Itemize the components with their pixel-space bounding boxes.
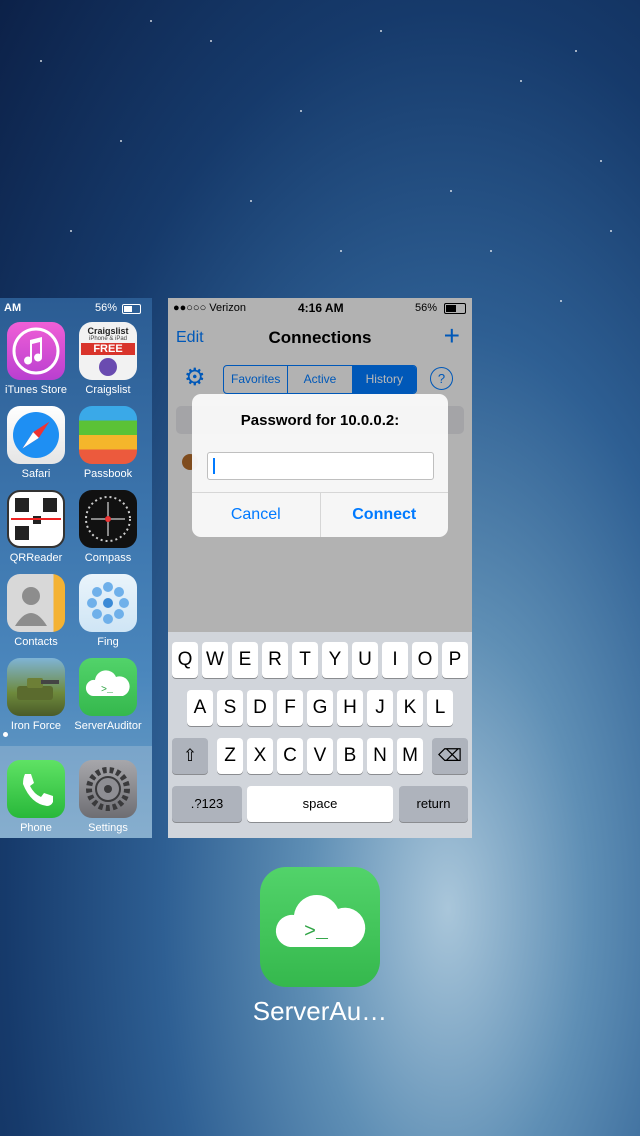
app-itunes-store[interactable]: iTunes Store [0, 322, 76, 396]
key-i[interactable]: I [382, 642, 408, 678]
numbers-key[interactable]: .?123 [172, 786, 242, 822]
key-t[interactable]: T [292, 642, 318, 678]
key-k[interactable]: K [397, 690, 423, 726]
app-passbook[interactable]: Passbook [68, 406, 148, 480]
app-label: Passbook [83, 468, 133, 480]
fing-icon [79, 574, 137, 632]
password-alert: Password for 10.0.0.2: Cancel Connect [192, 394, 448, 537]
iron-force-icon [7, 658, 65, 716]
dock-app-phone[interactable]: Phone [0, 760, 76, 834]
password-field[interactable] [207, 452, 434, 480]
app-fing[interactable]: Fing [68, 574, 148, 648]
craigslist-free-badge: FREE [81, 343, 135, 355]
app-label: iTunes Store [5, 384, 67, 396]
serverauditor-app-card[interactable]: ●●○○○ Verizon 4:16 AM 56% Edit Connectio… [168, 298, 472, 838]
key-y[interactable]: Y [322, 642, 348, 678]
key-q[interactable]: Q [172, 642, 198, 678]
home-status-time: AM [4, 302, 22, 314]
serverauditor-switcher-icon[interactable]: >_ [260, 867, 380, 987]
key-c[interactable]: C [277, 738, 303, 774]
app-label: Iron Force [10, 720, 62, 732]
app-serverauditor[interactable]: >_ ServerAuditor [68, 658, 148, 732]
itunes-store-icon [7, 322, 65, 380]
app-label: Settings [88, 822, 128, 834]
app-label: Safari [21, 468, 51, 480]
app-label: Phone [20, 822, 52, 834]
serverauditor-icon: >_ [79, 658, 137, 716]
text-caret [213, 458, 215, 474]
keyboard: Q W E R T Y U I O P A S D F G H J K L ⇧ … [168, 632, 472, 838]
app-label: Craigslist [85, 384, 131, 396]
qrreader-icon [7, 490, 65, 548]
return-key[interactable]: return [399, 786, 468, 822]
key-e[interactable]: E [232, 642, 258, 678]
peace-icon [99, 358, 117, 376]
key-r[interactable]: R [262, 642, 288, 678]
key-z[interactable]: Z [217, 738, 243, 774]
key-f[interactable]: F [277, 690, 303, 726]
home-screen-card[interactable]: AM 56% iTunes Store Craigslist iPhone & … [0, 298, 152, 838]
alert-button-row: Cancel Connect [192, 492, 448, 537]
key-s[interactable]: S [217, 690, 243, 726]
key-h[interactable]: H [337, 690, 363, 726]
safari-icon [7, 406, 65, 464]
serverauditor-icon: >_ [275, 894, 366, 947]
dock: Phone Settings [0, 746, 152, 838]
battery-icon [122, 304, 141, 314]
phone-icon [7, 760, 65, 818]
key-v[interactable]: V [307, 738, 333, 774]
craigslist-icon: Craigslist iPhone & iPad FREE [79, 322, 137, 380]
alert-title: Password for 10.0.0.2: [240, 412, 400, 429]
app-label: ServerAuditor [74, 720, 142, 732]
cancel-button[interactable]: Cancel [192, 493, 321, 537]
key-b[interactable]: B [337, 738, 363, 774]
passbook-icon [79, 406, 137, 464]
app-label: Contacts [14, 636, 58, 648]
shift-key[interactable]: ⇧ [172, 738, 208, 774]
app-label: QRReader [9, 552, 63, 564]
terminal-glyph: >_ [304, 921, 329, 944]
contacts-icon [7, 574, 65, 632]
app-label: Compass [84, 552, 132, 564]
switcher-app-label: ServerAu… [252, 996, 388, 1026]
key-p[interactable]: P [442, 642, 468, 678]
app-craigslist[interactable]: Craigslist iPhone & iPad FREE Craigslist [68, 322, 148, 396]
connect-button[interactable]: Connect [321, 493, 449, 537]
key-g[interactable]: G [307, 690, 333, 726]
app-contacts[interactable]: Contacts [0, 574, 76, 648]
key-o[interactable]: O [412, 642, 438, 678]
page-indicator [3, 732, 8, 737]
dock-app-settings[interactable]: Settings [68, 760, 148, 834]
key-j[interactable]: J [367, 690, 393, 726]
app-label: Fing [97, 636, 119, 648]
key-a[interactable]: A [187, 690, 213, 726]
home-status-battery-text: 56% [95, 302, 118, 314]
key-n[interactable]: N [367, 738, 393, 774]
key-l[interactable]: L [427, 690, 453, 726]
svg-text:>_: >_ [101, 685, 114, 696]
app-iron-force[interactable]: Iron Force [0, 658, 76, 732]
compass-icon [79, 490, 137, 548]
app-compass[interactable]: Compass [68, 490, 148, 564]
app-qrreader[interactable]: QRReader [0, 490, 76, 564]
settings-icon [79, 760, 137, 818]
key-m[interactable]: M [397, 738, 423, 774]
key-w[interactable]: W [202, 642, 228, 678]
craigslist-icon-sub: iPhone & iPad [88, 336, 128, 342]
delete-key[interactable]: ⌫ [432, 738, 468, 774]
key-x[interactable]: X [247, 738, 273, 774]
key-u[interactable]: U [352, 642, 378, 678]
app-safari[interactable]: Safari [0, 406, 76, 480]
craigslist-icon-title: Craigslist [87, 326, 129, 336]
key-d[interactable]: D [247, 690, 273, 726]
home-status-bar: AM 56% [0, 298, 152, 318]
space-key[interactable]: space [247, 786, 393, 822]
